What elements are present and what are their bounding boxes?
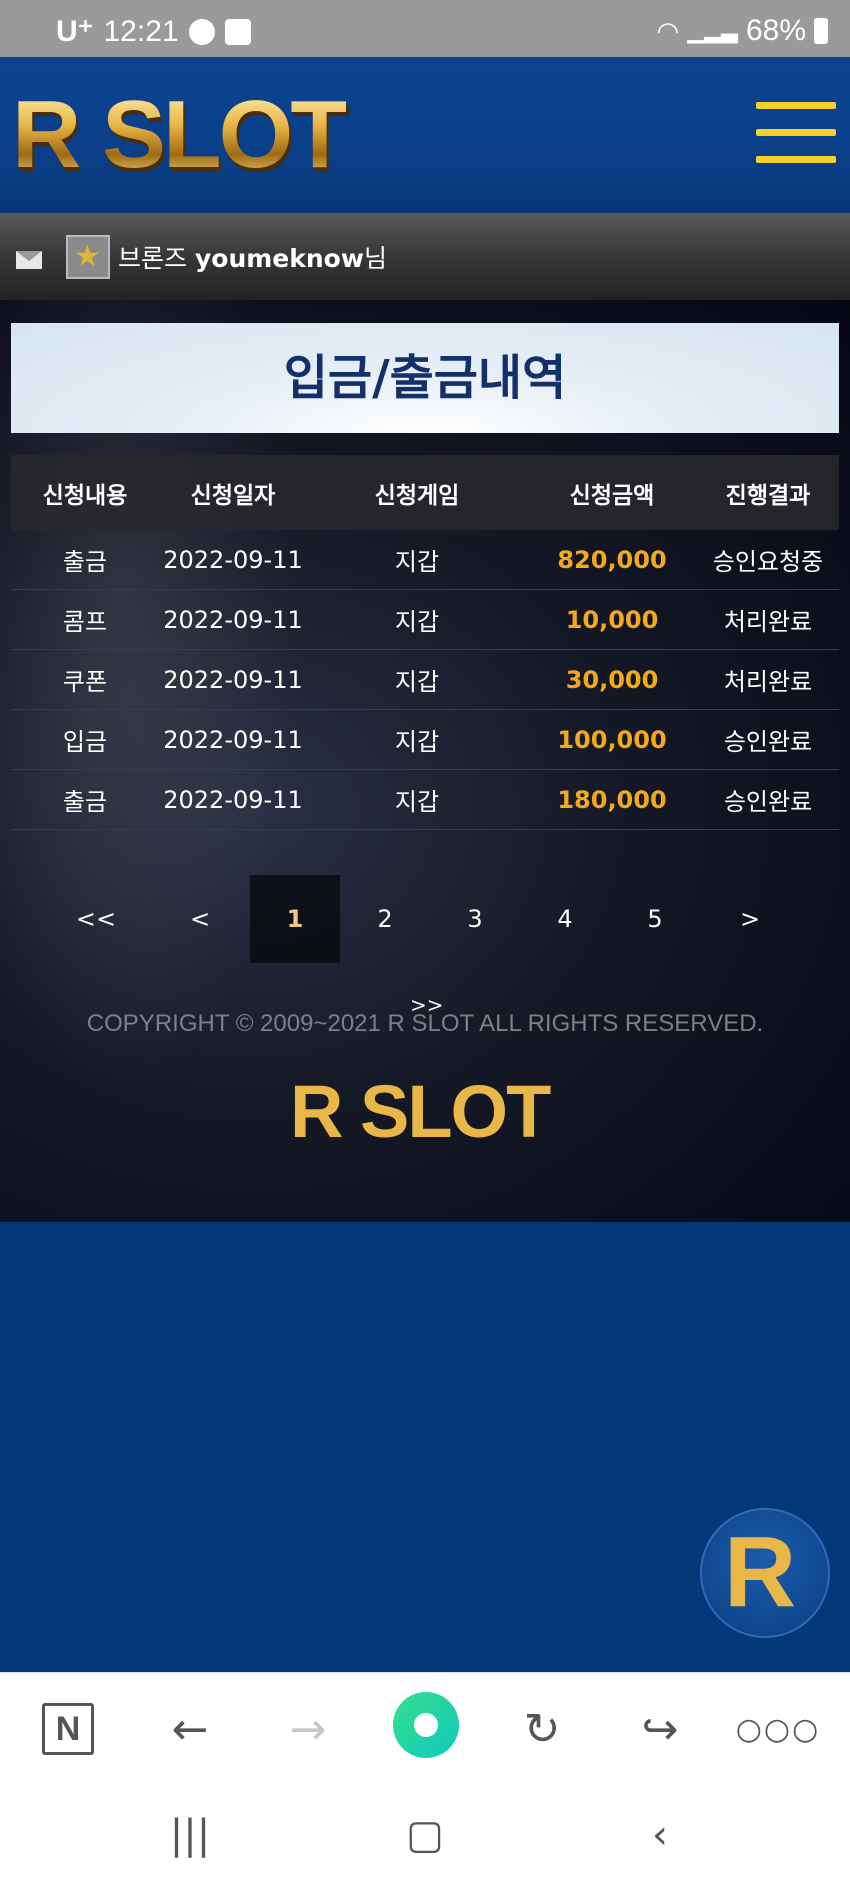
- cell-result: 승인완료: [723, 788, 813, 816]
- battery-percent: 68%: [745, 14, 806, 47]
- clock: 12:21: [103, 14, 179, 48]
- cell-result: 승인완료: [723, 728, 813, 756]
- col-header-result: 진행결과: [725, 482, 811, 509]
- cell-date: 2022-09-11: [163, 545, 303, 574]
- user-rank: 브론즈: [118, 244, 188, 273]
- recent-apps-icon[interactable]: |||: [160, 1805, 220, 1865]
- cell-type: 콤프: [62, 608, 108, 636]
- page-button-5[interactable]: 5: [625, 875, 685, 963]
- table-row: 출금 2022-09-11 지갑 820,000 승인요청중: [11, 530, 839, 590]
- col-header-type: 신청내용: [42, 482, 128, 509]
- rank-badge-icon: [66, 235, 110, 279]
- forward-arrow-icon[interactable]: →: [278, 1699, 338, 1759]
- cell-amount: 820,000: [557, 545, 667, 574]
- reload-icon[interactable]: ↻: [512, 1699, 572, 1759]
- floating-logo-button[interactable]: R: [700, 1508, 830, 1638]
- cell-game: 지갑: [394, 788, 440, 816]
- page-button-2[interactable]: 2: [355, 875, 415, 963]
- system-nav-bar: ||| ▢ ‹: [0, 1785, 850, 1889]
- cell-type: 출금: [62, 788, 108, 816]
- cell-amount: 100,000: [557, 725, 667, 754]
- site-header: R SLOT R SLOT: [0, 57, 850, 213]
- copyright-text: COPYRIGHT © 2009~2021 R SLOT ALL RIGHTS …: [86, 1010, 764, 1037]
- cell-game: 지갑: [394, 728, 440, 756]
- cell-type: 쿠폰: [62, 668, 108, 696]
- nav-back-icon[interactable]: ‹: [630, 1805, 690, 1865]
- cell-date: 2022-09-11: [163, 785, 303, 814]
- page-next-button[interactable]: >: [720, 875, 780, 963]
- wifi-icon: ◠: [656, 15, 680, 46]
- signal-icon: ▁▂▃: [687, 18, 738, 43]
- page-button-1[interactable]: 1: [250, 875, 340, 963]
- user-greeting: 브론즈 youmeknow님: [118, 239, 387, 275]
- cell-type: 입금: [62, 728, 108, 756]
- table-row: 콤프 2022-09-11 지갑 10,000 처리완료: [11, 590, 839, 650]
- page-button-3[interactable]: 3: [445, 875, 505, 963]
- cell-game: 지갑: [394, 608, 440, 636]
- cell-date: 2022-09-11: [163, 725, 303, 754]
- page-title: 입금/출금내역: [283, 350, 567, 406]
- talk-notification-icon: [188, 18, 215, 45]
- site-logo[interactable]: R SLOT: [12, 87, 349, 183]
- cell-result: 처리완료: [723, 668, 813, 696]
- col-header-date: 신청일자: [190, 482, 276, 509]
- username: youmeknow: [194, 244, 364, 273]
- cell-amount: 30,000: [565, 665, 659, 694]
- col-header-amount: 신청금액: [569, 482, 655, 509]
- carrier-label: U⁺: [56, 15, 94, 48]
- cell-amount: 180,000: [557, 785, 667, 814]
- page-title-box: 입금/출금내역: [11, 323, 839, 433]
- user-bar: 브론즈 youmeknow님: [0, 213, 850, 300]
- cell-result: 승인요청중: [712, 548, 824, 576]
- col-header-game: 신청게임: [374, 482, 460, 509]
- cell-result: 처리완료: [723, 608, 813, 636]
- page-button-4[interactable]: 4: [535, 875, 595, 963]
- status-right: ◠ ▁▂▃ 68%: [656, 14, 828, 48]
- cell-amount: 10,000: [565, 605, 659, 634]
- status-bar: U⁺ 12:21 ◠ ▁▂▃ 68%: [0, 0, 850, 57]
- back-arrow-icon[interactable]: ←: [160, 1699, 220, 1759]
- pagination: << < 1 2 3 4 5 >: [60, 875, 790, 963]
- gallery-notification-icon: [224, 18, 251, 45]
- table-header: 신청내용 신청일자 신청게임 신청금액 진행결과: [11, 455, 839, 530]
- share-icon[interactable]: ↪: [630, 1699, 690, 1759]
- naver-home-icon[interactable]: N: [42, 1703, 94, 1755]
- status-left: U⁺ 12:21: [56, 14, 251, 49]
- fab-label: R: [724, 1516, 797, 1628]
- cell-type: 출금: [62, 548, 108, 576]
- page-prev-button[interactable]: <: [170, 875, 230, 963]
- table-row: 입금 2022-09-11 지갑 100,000 승인완료: [11, 710, 839, 770]
- page-first-button[interactable]: <<: [66, 875, 126, 963]
- hamburger-icon[interactable]: [756, 102, 836, 164]
- cell-date: 2022-09-11: [163, 605, 303, 634]
- cell-game: 지갑: [394, 548, 440, 576]
- cell-date: 2022-09-11: [163, 665, 303, 694]
- cell-game: 지갑: [394, 668, 440, 696]
- user-suffix: 님: [363, 244, 387, 273]
- table-row: 쿠폰 2022-09-11 지갑 30,000 처리완료: [11, 650, 839, 710]
- more-icon[interactable]: ○○○: [736, 1699, 819, 1759]
- battery-icon: [814, 18, 828, 44]
- footer-logo: R SLOT: [290, 1070, 551, 1153]
- table-row: 출금 2022-09-11 지갑 180,000 승인완료: [11, 770, 839, 830]
- green-dot-button[interactable]: [393, 1692, 459, 1758]
- home-icon[interactable]: ▢: [395, 1805, 455, 1865]
- mail-icon[interactable]: [16, 251, 42, 269]
